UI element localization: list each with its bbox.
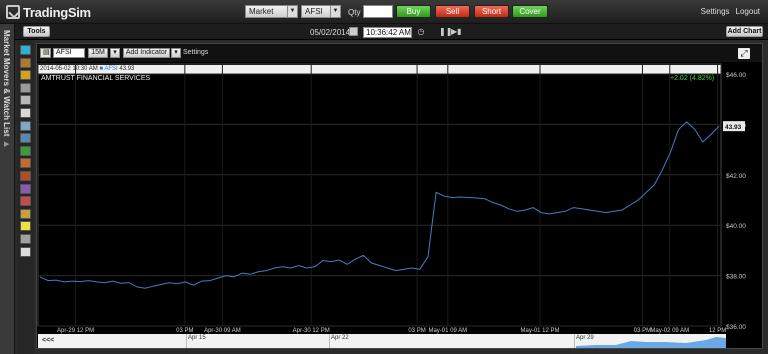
app-name: TradingSim	[23, 4, 91, 20]
rectangle-icon[interactable]	[20, 133, 31, 144]
symbol-value: AFSI	[305, 7, 323, 16]
watchlist-label: Market Movers & Watch List	[2, 30, 11, 137]
navigator-preview	[576, 337, 726, 348]
logo-icon	[6, 5, 20, 19]
calendar-icon[interactable]	[349, 27, 358, 36]
order-type-value: Market	[249, 7, 274, 16]
y-tick-label: $38.00	[726, 274, 746, 281]
hline-icon[interactable]	[20, 108, 31, 118]
buy-button[interactable]: Buy	[396, 5, 431, 18]
trendline-icon[interactable]	[20, 70, 31, 81]
nav-divider	[574, 334, 575, 348]
price-chart[interactable]: $46.00$44.00$42.00$40.00$38.00$36.00Apr-…	[37, 44, 762, 334]
price-line	[39, 121, 720, 289]
fib-fan-icon[interactable]	[20, 196, 31, 207]
measure-icon[interactable]	[20, 221, 31, 232]
tools-button[interactable]: Tools	[23, 26, 50, 37]
qty-label: Qty	[348, 8, 361, 17]
app-logo: TradingSim	[6, 4, 91, 20]
chart-panel: ▤ AFSI 15M ▾ Add Indicator ▾ Settings ⤢ …	[36, 43, 763, 349]
session-toolbar: Tools 05/02/2014 10:36:42 AM ◷ ❚❚ ▶▮ Add…	[0, 24, 768, 40]
pause-icon	[428, 27, 438, 37]
nav-back-button[interactable]: <<<	[42, 337, 54, 344]
nav-divider	[329, 334, 330, 348]
crosshair-icon[interactable]	[20, 45, 31, 55]
clock-icon[interactable]: ◷	[416, 27, 426, 37]
last-price-label: 43.93	[725, 124, 742, 131]
nav-label: Apr 15	[188, 335, 206, 341]
logout-link[interactable]: Logout	[736, 7, 760, 16]
nav-divider	[186, 334, 187, 348]
order-type-select[interactable]: Market ▼	[245, 5, 298, 18]
add-chart-button[interactable]: Add Chart	[726, 26, 763, 37]
nav-label: Apr 22	[331, 335, 349, 341]
ray-icon[interactable]	[20, 82, 31, 93]
channel-icon[interactable]	[20, 120, 31, 131]
triangle-right-icon[interactable]: ▶	[4, 140, 9, 148]
pitchfork-icon[interactable]	[20, 171, 31, 181]
arrow-icon[interactable]	[20, 158, 31, 169]
y-tick-label: $46.00	[726, 72, 746, 79]
ellipse-icon[interactable]	[20, 145, 31, 156]
cover-button[interactable]: Cover	[512, 5, 548, 18]
top-bar: TradingSim Market ▼ AFSI ▼ Qty Buy Sell …	[0, 0, 768, 24]
qty-input[interactable]	[363, 5, 393, 18]
chevron-down-icon: ▼	[287, 6, 297, 17]
top-links: Settings Logout	[701, 7, 760, 16]
y-tick-label: $36.00	[726, 324, 746, 331]
fib-icon[interactable]	[20, 57, 31, 68]
settings-link[interactable]: Settings	[701, 7, 730, 16]
fib-arc-icon[interactable]	[20, 208, 31, 219]
navigator-area	[576, 337, 726, 348]
eraser-icon[interactable]	[20, 246, 31, 257]
symbol-select[interactable]: AFSI ▼	[301, 5, 341, 18]
session-date: 05/02/2014	[310, 28, 351, 37]
step-forward-icon[interactable]: ▶▮	[451, 27, 462, 37]
text-tool-icon[interactable]	[20, 95, 31, 106]
short-button[interactable]: Short	[474, 5, 509, 18]
y-tick-label: $40.00	[726, 223, 746, 230]
session-time: 10:36:42 AM	[363, 27, 412, 38]
time-navigator[interactable]: <<< Apr 15 Apr 22 Apr 29	[38, 334, 726, 348]
pause-icon[interactable]: ❚❚	[439, 27, 452, 37]
sell-button[interactable]: Sell	[435, 5, 470, 18]
pencil-icon[interactable]	[20, 234, 31, 244]
plot-frame	[37, 63, 722, 327]
gann-icon[interactable]	[20, 183, 31, 194]
chevron-down-icon: ▼	[330, 6, 340, 17]
watchlist-strip[interactable]: Market Movers & Watch List ▶	[0, 24, 15, 354]
y-tick-label: $42.00	[726, 173, 746, 180]
drawing-tools	[17, 40, 34, 354]
